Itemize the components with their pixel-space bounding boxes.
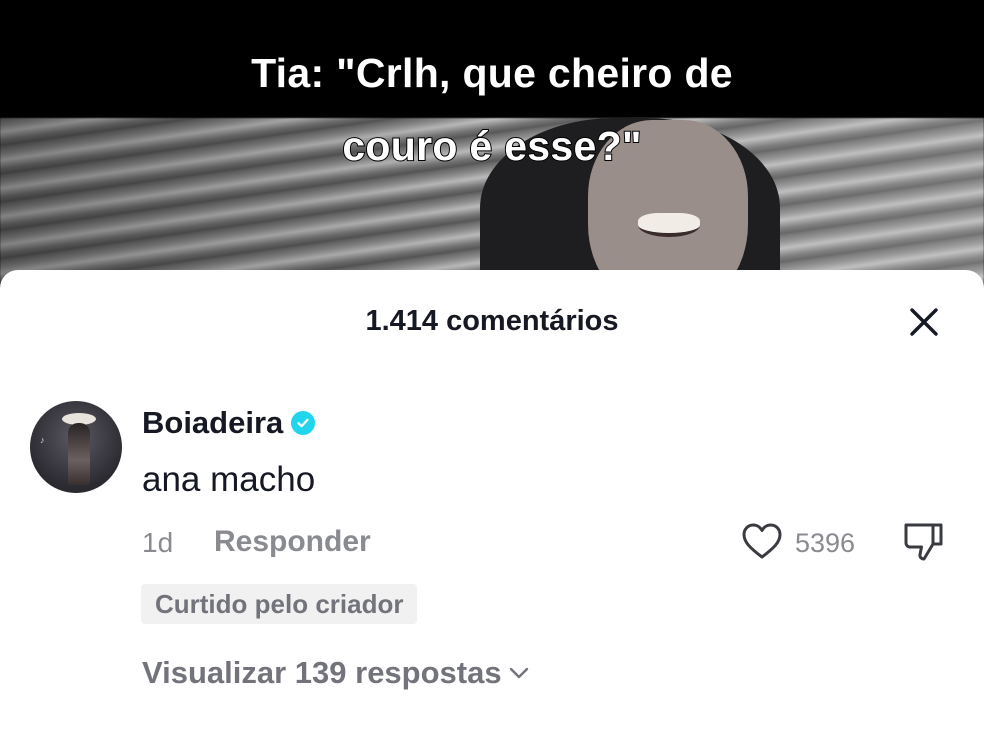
video-player[interactable]: Tia: "Crlh, que cheiro de couro é esse?" bbox=[0, 0, 984, 300]
view-replies-button[interactable]: Visualizar 139 respostas bbox=[142, 655, 530, 691]
thumbs-down-icon bbox=[904, 523, 943, 561]
close-button[interactable] bbox=[902, 300, 946, 344]
heart-outline-icon bbox=[742, 523, 782, 559]
video-caption-line-1: Tia: "Crlh, que cheiro de bbox=[250, 49, 734, 97]
close-icon bbox=[910, 308, 938, 336]
liked-by-creator-badge: Curtido pelo criador bbox=[141, 584, 418, 624]
reply-button[interactable]: Responder bbox=[214, 525, 371, 559]
like-count: 5396 bbox=[795, 528, 856, 558]
comment-username[interactable]: Boiadeira bbox=[142, 405, 316, 441]
username-text: Boiadeira bbox=[142, 405, 284, 440]
comment-text: ana macho bbox=[142, 460, 316, 499]
view-replies-label: Visualizar 139 respostas bbox=[142, 655, 502, 690]
avatar[interactable]: ♪ bbox=[30, 401, 122, 493]
like-button[interactable] bbox=[740, 520, 784, 564]
dislike-button[interactable] bbox=[902, 520, 946, 564]
comment-timestamp: 1d bbox=[142, 527, 174, 558]
chevron-down-icon bbox=[509, 667, 528, 679]
comments-count-title: 1.414 comentários bbox=[365, 305, 619, 337]
video-caption-line-2: couro é esse?" bbox=[341, 122, 642, 170]
verified-badge-icon bbox=[291, 411, 316, 435]
